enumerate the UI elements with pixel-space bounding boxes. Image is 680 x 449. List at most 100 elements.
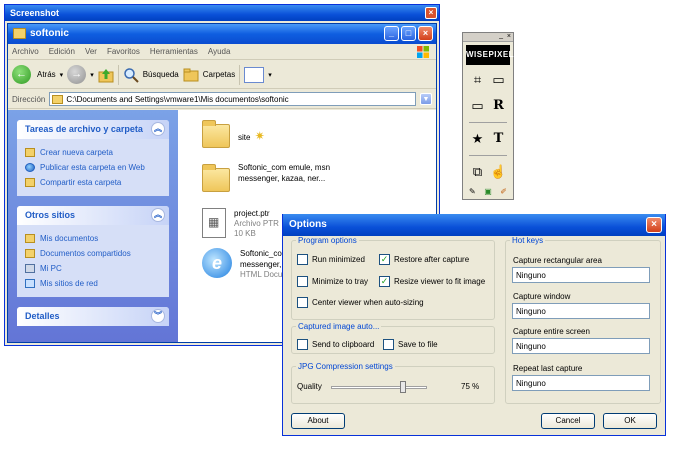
folders-icon[interactable] [183, 67, 199, 83]
checkbox-label: Center viewer when auto-sizing [312, 298, 424, 307]
screenshot-title-bar: Screenshot × [5, 5, 439, 21]
quality-slider-thumb[interactable] [400, 381, 406, 393]
wisepixel-close-button[interactable]: × [507, 33, 511, 41]
place-network[interactable]: Mis sitios de red [25, 276, 161, 291]
other-places-header[interactable]: Otros sitios ︽ [17, 206, 169, 225]
toolbar-separator [239, 64, 241, 85]
wrench-icon[interactable]: ✎ [469, 187, 476, 196]
window-capture-icon[interactable]: ▭ [490, 70, 507, 90]
file-tasks-title: Tareas de archivo y carpeta [25, 124, 143, 134]
place-shared-documents[interactable]: Documentos compartidos [25, 246, 161, 261]
wisepixel-toolbar: _ × WISEPIXEL ⌗ ▭ ▭ R ★ T ⧉ ☝ ✎ ▣ ✐ [462, 32, 514, 200]
file-size: 10 KB [234, 229, 256, 238]
menu-herramientas[interactable]: Herramientas [150, 47, 198, 59]
quality-slider-track[interactable] [331, 386, 427, 389]
menu-archivo[interactable]: Archivo [12, 47, 39, 59]
task-new-folder[interactable]: Crear nueva carpeta [25, 145, 161, 160]
file-name: site [238, 133, 251, 142]
hand-icon[interactable]: ☝ [490, 162, 507, 182]
checkbox-label: Save to file [398, 340, 438, 349]
forward-dropdown-icon[interactable]: ▾ [90, 71, 94, 79]
menu-edicion[interactable]: Edición [49, 47, 75, 59]
pencil-icon[interactable]: ✐ [500, 187, 507, 196]
hotkey-rect-label: Capture rectangular area [513, 256, 602, 265]
send-to-clipboard-checkbox[interactable]: Send to clipboard [297, 339, 374, 350]
screenshot-close-button[interactable]: × [425, 7, 437, 19]
close-button[interactable]: × [418, 26, 433, 41]
task-pane: Tareas de archivo y carpeta ︽ Crear nuev… [8, 110, 178, 342]
file-type: Archivo PTR [234, 219, 279, 228]
collapse-chevron-icon[interactable]: ︽ [151, 208, 165, 222]
expand-chevron-icon[interactable]: ︾ [151, 309, 165, 323]
details-header[interactable]: Detalles ︾ [17, 307, 169, 326]
run-minimized-checkbox[interactable]: Run minimized [297, 254, 365, 265]
restore-after-capture-checkbox[interactable]: ✓ Restore after capture [379, 254, 469, 265]
star-icon[interactable]: ★ [469, 129, 486, 149]
explorer-title: softonic [30, 28, 69, 39]
hotkey-window-input[interactable] [512, 303, 650, 319]
checkmark-icon: ✓ [379, 276, 390, 287]
search-icon[interactable] [123, 67, 139, 83]
menu-ver[interactable]: Ver [85, 47, 97, 59]
place-my-computer[interactable]: Mi PC [25, 261, 161, 276]
checkbox-label: Minimize to tray [312, 277, 369, 286]
toolbar-separator [469, 155, 507, 156]
file-item-html[interactable]: e Softonic_com messenger, ka HTML Docum [202, 248, 292, 280]
views-icon[interactable] [244, 66, 265, 83]
resize-viewer-checkbox[interactable]: ✓ Resize viewer to fit image [379, 276, 485, 287]
file-item-site[interactable]: site ✷ [202, 120, 265, 148]
forward-arrow-icon[interactable]: → [67, 65, 87, 84]
minimize-button[interactable]: _ [384, 26, 399, 41]
file-item-emule[interactable]: Softonic_com emule, msn messenger, kazaa… [202, 162, 330, 192]
back-dropdown-icon[interactable]: ▾ [60, 71, 64, 79]
task-share-folder[interactable]: Compartir esta carpeta [25, 175, 161, 190]
file-item-project[interactable]: project.ptr Archivo PTR 10 KB [202, 208, 279, 239]
hotkey-repeat-input[interactable] [512, 375, 650, 391]
save-to-file-checkbox[interactable]: Save to file [383, 339, 438, 350]
wisepixel-minimize-button[interactable]: _ [499, 32, 503, 40]
place-label: Mis sitios de red [40, 279, 98, 288]
address-field[interactable]: C:\Documents and Settings\vmware1\Mis do… [49, 92, 416, 106]
ok-button[interactable]: OK [603, 413, 657, 429]
quality-value: 75 % [461, 382, 480, 391]
folder-icon [13, 28, 26, 39]
search-button-label[interactable]: Búsqueda [143, 70, 179, 79]
text-icon[interactable]: T [490, 129, 507, 149]
maximize-button[interactable]: □ [401, 26, 416, 41]
folder-icon [202, 164, 230, 192]
up-folder-icon[interactable] [98, 67, 114, 83]
checkbox-label: Restore after capture [394, 255, 470, 264]
details-title: Detalles [25, 311, 60, 321]
image-icon[interactable]: ▣ [484, 187, 492, 196]
file-tasks-header[interactable]: Tareas de archivo y carpeta ︽ [17, 120, 169, 139]
task-publish-web[interactable]: Publicar esta carpeta en Web [25, 160, 161, 175]
cancel-button[interactable]: Cancel [541, 413, 595, 429]
options-close-button[interactable]: × [646, 217, 662, 233]
menu-favoritos[interactable]: Favoritos [107, 47, 140, 59]
place-my-documents[interactable]: Mis documentos [25, 231, 161, 246]
menu-ayuda[interactable]: Ayuda [208, 47, 231, 59]
center-viewer-checkbox[interactable]: Center viewer when auto-sizing [297, 297, 424, 308]
hotkey-screen-input[interactable] [512, 338, 650, 354]
screen-capture-icon[interactable]: ▭ [469, 96, 486, 116]
minimize-to-tray-checkbox[interactable]: Minimize to tray [297, 276, 368, 287]
jpg-compression-legend: JPG Compression settings [298, 362, 393, 371]
folders-button-label[interactable]: Carpetas [203, 70, 235, 79]
repeat-capture-icon[interactable]: R [490, 96, 507, 116]
views-dropdown-icon[interactable]: ▾ [268, 71, 272, 79]
toolbar-separator [117, 64, 119, 85]
collapse-chevron-icon[interactable]: ︽ [151, 122, 165, 136]
computer-icon [25, 264, 35, 273]
back-button-label[interactable]: Atrás [37, 70, 56, 79]
address-bar: Dirección C:\Documents and Settings\vmwa… [8, 90, 436, 109]
address-dropdown-icon[interactable]: ▼ [420, 93, 432, 105]
hotkey-rect-input[interactable] [512, 267, 650, 283]
documents-folder-icon [25, 234, 35, 243]
hotkey-window-label: Capture window [513, 292, 571, 301]
back-arrow-icon[interactable]: ← [12, 65, 31, 84]
checkbox-label: Run minimized [312, 255, 365, 264]
about-button[interactable]: About [291, 413, 345, 429]
crop-icon[interactable]: ⌗ [469, 70, 486, 90]
copy-icon[interactable]: ⧉ [469, 162, 486, 182]
program-options-legend: Program options [298, 236, 357, 245]
